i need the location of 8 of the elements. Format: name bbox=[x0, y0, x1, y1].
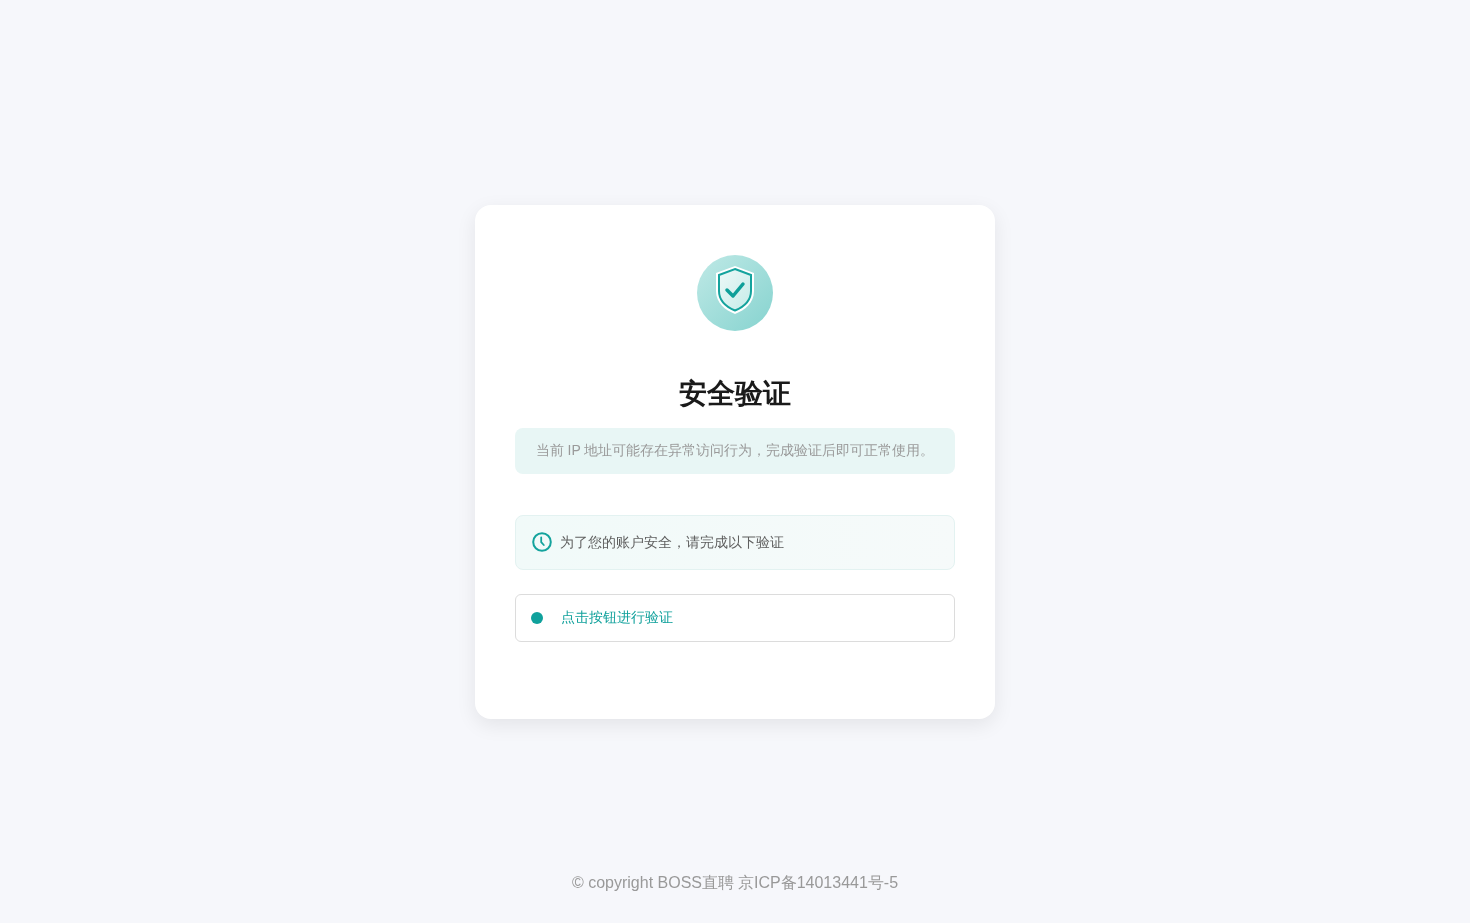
copyright-text: © copyright BOSS直聘 bbox=[571, 873, 734, 893]
shield-check-icon bbox=[697, 254, 773, 331]
notice-banner: 当前 IP 地址可能存在异常访问行为，完成验证后即可正常使用。 bbox=[515, 427, 955, 474]
icp-link[interactable]: 京ICP备14013441号-5 bbox=[738, 871, 899, 895]
clock-icon bbox=[532, 532, 552, 552]
page-title: 安全验证 bbox=[679, 376, 791, 411]
info-text: 为了您的账户安全，请完成以下验证 bbox=[560, 532, 784, 552]
verify-button[interactable]: 点击按钮进行验证 bbox=[515, 593, 955, 642]
